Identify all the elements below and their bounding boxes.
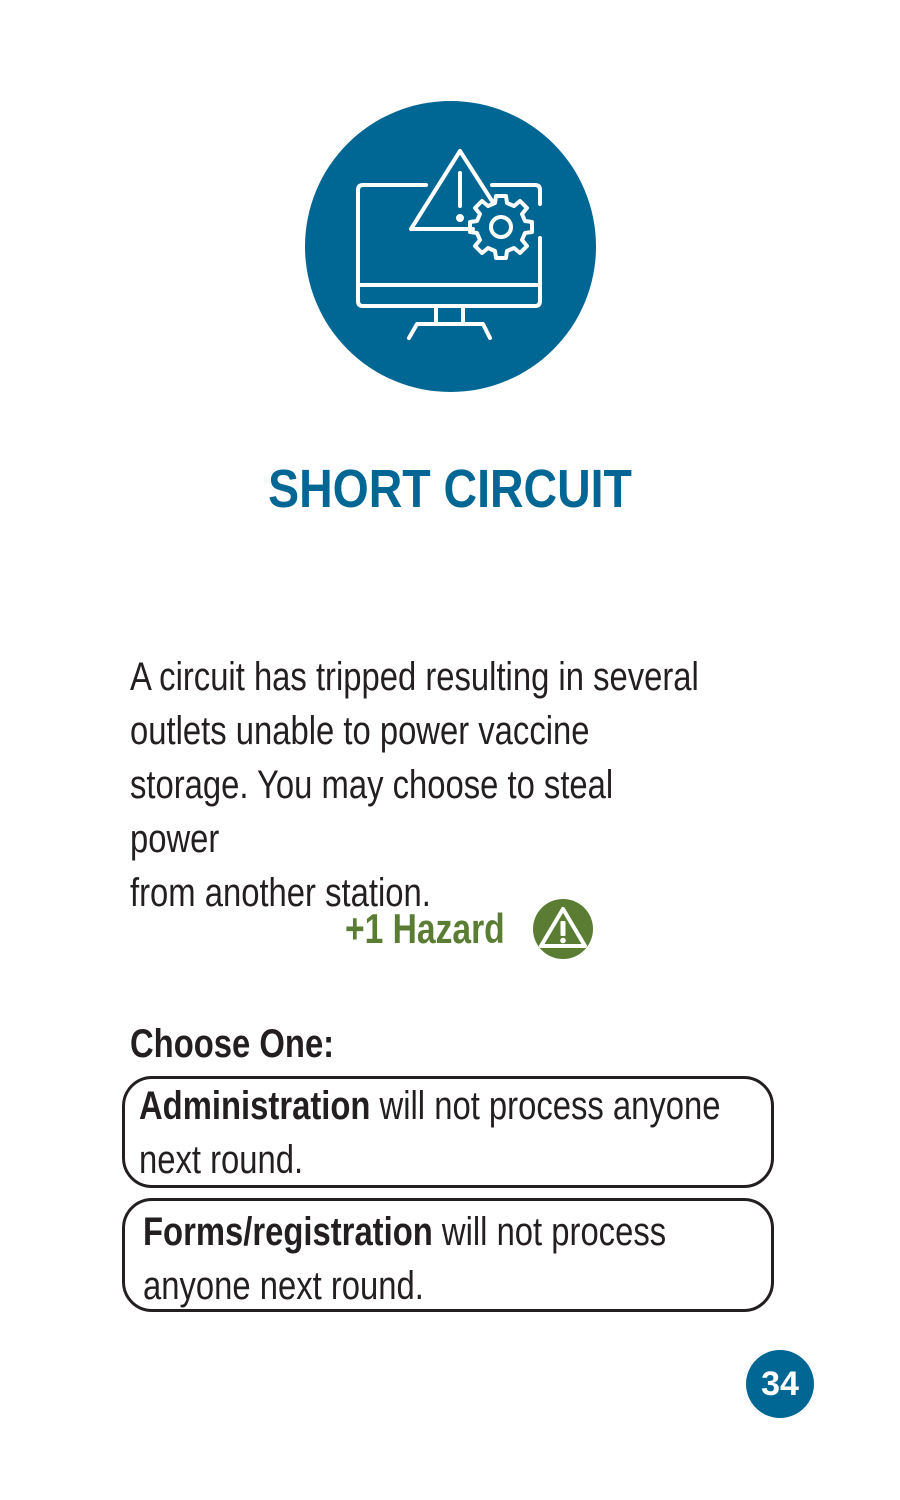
hazard-label: +1 Hazard <box>345 905 505 952</box>
choose-one-label: Choose One: <box>130 1022 335 1066</box>
warning-triangle-icon <box>533 899 593 959</box>
monitor-warning-gear-icon <box>356 149 542 340</box>
hazard-indicator: +1 Hazard <box>345 898 593 960</box>
option-forms-registration[interactable]: Forms/registration will not process anyo… <box>122 1198 774 1312</box>
page-number-badge: 34 <box>746 1350 814 1418</box>
card-description: A circuit has tripped resulting in sever… <box>130 655 699 915</box>
option-text: Administration will not process anyone n… <box>139 1079 762 1187</box>
option-bold: Forms/registration <box>143 1210 433 1254</box>
option-text: Forms/registration will not process anyo… <box>143 1205 766 1313</box>
card-title: SHORT CIRCUIT <box>268 459 632 519</box>
card-icon-circle <box>305 101 596 392</box>
option-bold: Administration <box>139 1084 371 1128</box>
option-administration[interactable]: Administration will not process anyone n… <box>122 1076 774 1188</box>
